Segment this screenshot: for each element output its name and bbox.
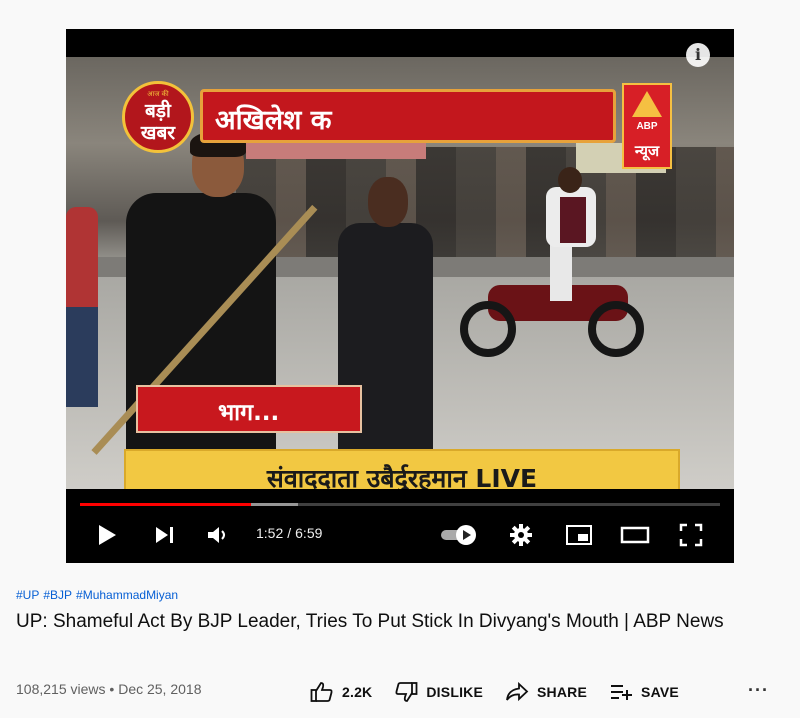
player-controls: 1:52/6:59 (66, 513, 734, 557)
next-button[interactable] (150, 513, 180, 557)
playlist-add-icon (611, 685, 633, 700)
share-label: SHARE (537, 684, 588, 700)
time-display: 1:52/6:59 (256, 525, 323, 541)
abp-news-logo: ABP न्यूज (622, 83, 672, 169)
like-count: 2.2K (342, 684, 373, 700)
video-frame[interactable]: आज की बड़ी खबर अखिलेश क ABP न्यूज भाग...… (66, 57, 734, 489)
like-button[interactable]: 2.2K (310, 681, 372, 703)
hashtag-link[interactable]: #BJP (43, 588, 72, 602)
reporter-text: संवाददाता उबैर्दुरहमान LIVE (266, 464, 538, 489)
save-label: SAVE (641, 684, 679, 700)
save-button[interactable]: SAVE (609, 682, 679, 702)
share-icon (506, 682, 529, 702)
share-button[interactable]: SHARE (505, 682, 587, 702)
progress-bar[interactable] (80, 503, 720, 506)
duration: 6:59 (295, 525, 323, 541)
play-button[interactable] (92, 513, 122, 557)
settings-gear-icon[interactable] (506, 513, 536, 557)
miniplayer-icon[interactable] (562, 513, 596, 557)
fullscreen-icon[interactable] (674, 513, 708, 557)
reporter-strip: संवाददाता उबैर्दुरहमान LIVE (124, 449, 680, 489)
headline-text: अखिलेश क (215, 105, 332, 136)
action-bar: 2.2K DISLIKE SHARE SAVE (310, 677, 701, 707)
video-player[interactable]: आज की बड़ी खबर अखिलेश क ABP न्यूज भाग...… (66, 29, 734, 563)
headline-banner: अखिलेश क (200, 89, 616, 143)
theater-mode-icon[interactable] (618, 513, 652, 557)
current-time: 1:52 (256, 525, 284, 541)
played-bar (80, 503, 251, 506)
upload-date: Dec 25, 2018 (118, 681, 202, 697)
badi-khabar-logo: आज की बड़ी खबर (122, 81, 194, 153)
video-meta: 108,215 views • Dec 25, 2018 (16, 681, 202, 697)
caption-text: भाग... (218, 400, 280, 426)
hashtag-link[interactable]: #MuhammadMiyan (76, 588, 178, 602)
meta-dot: • (109, 681, 115, 697)
thumbs-down-icon (395, 682, 418, 702)
more-options-icon[interactable]: ··· (748, 680, 769, 701)
caption-banner: भाग... (136, 385, 362, 433)
view-count: 108,215 views (16, 681, 106, 697)
volume-icon[interactable] (204, 513, 236, 557)
hashtag-link[interactable]: #UP (16, 588, 39, 602)
dislike-label: DISLIKE (426, 684, 484, 700)
video-title: UP: Shameful Act By BJP Leader, Tries To… (16, 611, 724, 632)
autoplay-toggle[interactable] (438, 513, 480, 557)
info-icon[interactable]: i (686, 43, 710, 67)
thumbs-up-icon (310, 682, 333, 702)
hashtags: #UP #BJP #MuhammadMiyan (16, 588, 182, 602)
dislike-button[interactable]: DISLIKE (394, 681, 483, 703)
